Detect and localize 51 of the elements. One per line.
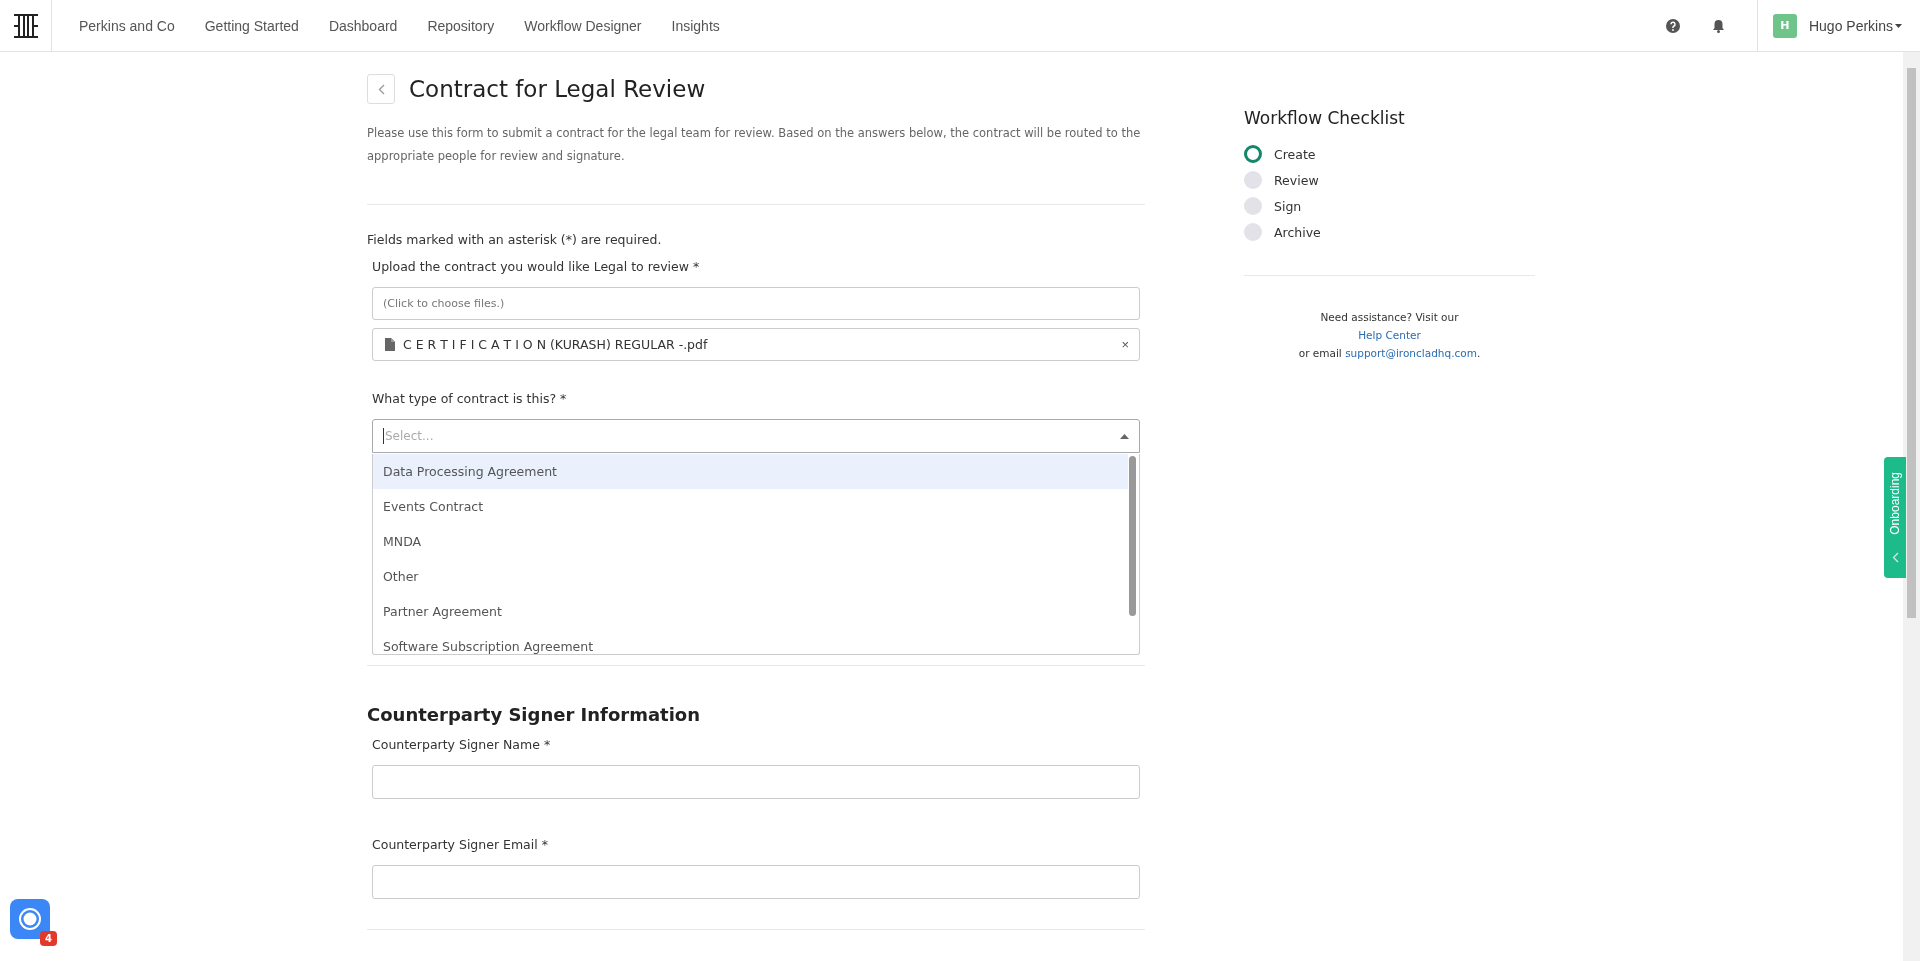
period-text: . <box>1476 347 1481 359</box>
dropdown-option[interactable]: Events Contract <box>373 489 1128 524</box>
nav-link[interactable]: Workflow Designer <box>509 17 657 34</box>
step-label: Create <box>1274 146 1316 162</box>
field-label: Counterparty Signer Email * <box>372 837 549 852</box>
dropdown-option[interactable]: Software Subscription Agreement <box>373 629 1128 654</box>
back-button[interactable] <box>367 74 395 104</box>
text-field[interactable] <box>372 765 1140 799</box>
chevron-left-icon <box>1891 552 1899 564</box>
nav-link[interactable]: Repository <box>412 17 510 34</box>
dropdown-option[interactable]: Other <box>373 559 1128 594</box>
scrollbar-thumb[interactable] <box>1907 68 1916 618</box>
checklist-title: Workflow Checklist <box>1244 108 1406 128</box>
caret-icon <box>1120 433 1129 439</box>
dropdown-option[interactable]: Partner Agreement <box>373 594 1128 629</box>
user-menu[interactable]: Hugo Perkins <box>1808 17 1902 34</box>
required-note: Fields marked with an asterisk (*) are required. <box>367 232 663 247</box>
field-label: Counterparty Signer Name * <box>372 737 552 752</box>
bell-icon[interactable] <box>1711 18 1725 33</box>
file-upload-field[interactable]: (Click to choose files.) <box>372 287 1140 320</box>
avatar: H <box>1772 13 1797 38</box>
help-text: or email <box>1298 347 1342 359</box>
nav-link[interactable]: Dashboard <box>313 17 413 34</box>
logo-icon[interactable] <box>12 12 39 39</box>
field-label: What type of contract is this? * <box>372 391 568 406</box>
email-link[interactable]: support@ironcladhq.com <box>1345 347 1477 359</box>
step-label: Review <box>1274 172 1319 188</box>
step-label: Archive <box>1274 224 1321 240</box>
contract-type-select[interactable]: Select... <box>372 419 1140 453</box>
dropdown-option[interactable]: MNDA <box>373 524 1128 559</box>
text-field[interactable] <box>372 865 1140 899</box>
section-heading: Counterparty Signer Information <box>367 704 702 725</box>
form-title: Contract for Legal Review <box>409 76 706 102</box>
form-description: Please use this form to submit a contract for the legal team for review. Based on the answers below, the contract will be routed to the appropriate people for review and signature. <box>367 125 1142 165</box>
help-icon[interactable] <box>1665 18 1680 33</box>
help-center-link[interactable]: Help Center <box>1358 329 1421 341</box>
nav-link[interactable]: Insights <box>656 17 735 34</box>
field-label: Upload the contract you would like Legal to review * <box>372 259 701 274</box>
file-name: C E R T I F I C A T I O N (KURASH) REGULAR -.pdf <box>403 337 708 352</box>
help-text: Need assistance? Visit our <box>1320 311 1459 323</box>
notification-badge: 4 <box>40 931 57 946</box>
nav-link[interactable]: Perkins and Co <box>64 17 190 34</box>
scrollbar-thumb[interactable] <box>1129 456 1136 616</box>
nav-link[interactable]: Getting Started <box>189 17 314 34</box>
dropdown-option[interactable]: Data Processing Agreement <box>373 454 1128 489</box>
remove-file-button[interactable]: × <box>1121 337 1129 352</box>
chevron-left-icon <box>377 83 385 95</box>
caret-icon <box>1895 23 1902 28</box>
file-icon <box>385 338 395 351</box>
target-icon <box>18 907 42 931</box>
step-label: Sign <box>1274 198 1302 214</box>
